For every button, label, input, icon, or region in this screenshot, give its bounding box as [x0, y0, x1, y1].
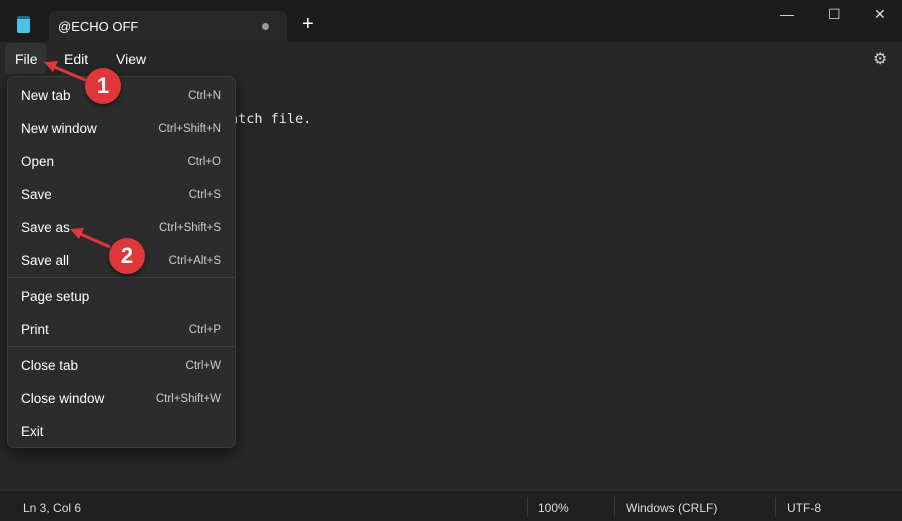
- arrow-step2: [77, 231, 111, 249]
- arrow-step1: [51, 64, 91, 84]
- annotation-step-2: 2: [109, 238, 145, 274]
- annotation-step-1: 1: [85, 68, 121, 104]
